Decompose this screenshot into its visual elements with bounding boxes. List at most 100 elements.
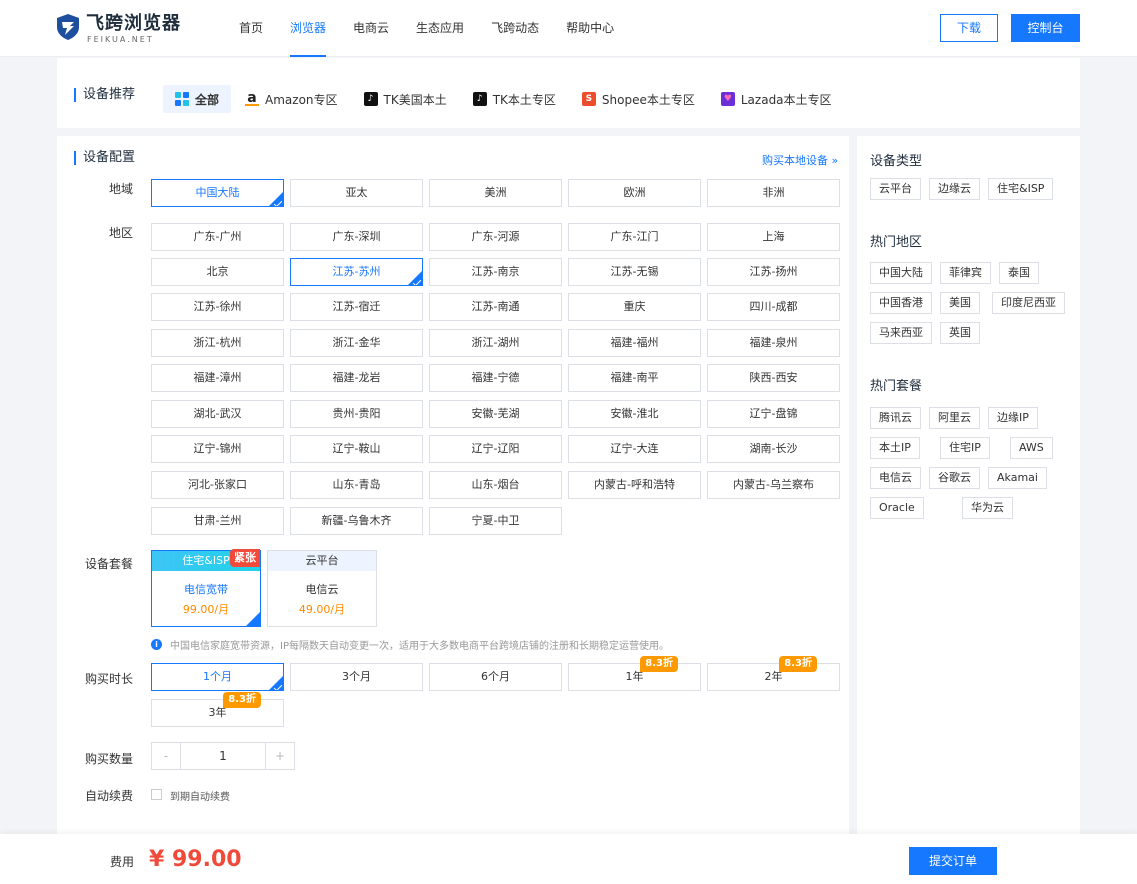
area-option[interactable]: 辽宁-锦州	[151, 435, 284, 463]
buy-local-device-link[interactable]: 购买本地设备 »	[762, 152, 838, 168]
quantity-increase-button[interactable]: +	[266, 743, 294, 769]
console-button[interactable]: 控制台	[1011, 14, 1080, 42]
recommend-tab-3[interactable]: ♪ TK本土专区	[461, 85, 568, 113]
area-option[interactable]: 重庆	[568, 293, 701, 321]
area-option[interactable]: 福建-宁德	[429, 364, 562, 392]
recommend-tab-4[interactable]: S Shopee本土专区	[570, 85, 707, 113]
recommend-tab-2[interactable]: ♪ TK美国本土	[352, 85, 459, 113]
area-option[interactable]: 福建-泉州	[707, 329, 840, 357]
quantity-decrease-button[interactable]: -	[152, 743, 180, 769]
logo[interactable]: 飞跨浏览器 FEIKUA.NET	[56, 12, 186, 46]
hot-plan-tag[interactable]: 电信云	[870, 467, 921, 489]
area-option[interactable]: 江苏-苏州	[290, 258, 423, 286]
region-option[interactable]: 中国大陆	[151, 179, 284, 207]
device-type-tag[interactable]: 住宅&ISP	[988, 178, 1054, 200]
region-option[interactable]: 欧洲	[568, 179, 701, 207]
hot-region-tag[interactable]: 中国香港	[870, 292, 932, 314]
area-option[interactable]: 四川-成都	[707, 293, 840, 321]
recommend-tab-5[interactable]: ♥ Lazada本土专区	[709, 85, 844, 113]
hot-plan-tag[interactable]: 阿里云	[929, 407, 980, 429]
hot-plan-tag[interactable]: 华为云	[962, 497, 1013, 519]
duration-option[interactable]: 2年 8.3折	[707, 656, 840, 691]
nav-item-5[interactable]: 帮助中心	[555, 0, 625, 57]
hot-plan-tag[interactable]: 本土IP	[870, 437, 920, 459]
area-option[interactable]: 广东-河源	[429, 223, 562, 251]
hot-region-tag[interactable]: 泰国	[999, 262, 1039, 284]
area-option[interactable]: 山东-青岛	[290, 471, 423, 499]
area-option[interactable]: 江苏-南通	[429, 293, 562, 321]
nav-item-4[interactable]: 飞跨动态	[480, 0, 550, 57]
area-option[interactable]: 江苏-南京	[429, 258, 562, 286]
area-option[interactable]: 福建-漳州	[151, 364, 284, 392]
area-option[interactable]: 广东-江门	[568, 223, 701, 251]
area-option[interactable]: 贵州-贵阳	[290, 400, 423, 428]
plan-card[interactable]: 住宅&ISP 电信宽带 99.00/月 紧张	[151, 549, 261, 627]
area-option[interactable]: 江苏-徐州	[151, 293, 284, 321]
duration-option[interactable]: 1个月	[151, 663, 284, 691]
area-option[interactable]: 甘肃-兰州	[151, 507, 284, 535]
area-option[interactable]: 内蒙古-乌兰察布	[707, 471, 840, 499]
area-option[interactable]: 福建-南平	[568, 364, 701, 392]
nav-item-0[interactable]: 首页	[228, 0, 274, 57]
hot-region-tag[interactable]: 菲律宾	[940, 262, 991, 284]
area-option[interactable]: 辽宁-盘锦	[707, 400, 840, 428]
hot-plan-tag[interactable]: 谷歌云	[929, 467, 980, 489]
area-option[interactable]: 辽宁-辽阳	[429, 435, 562, 463]
duration-option[interactable]: 1年 8.3折	[568, 656, 701, 691]
hot-region-tag[interactable]: 美国	[940, 292, 980, 314]
device-type-tag[interactable]: 云平台	[870, 178, 921, 200]
area-option[interactable]: 湖北-武汉	[151, 400, 284, 428]
area-option[interactable]: 江苏-无锡	[568, 258, 701, 286]
area-option[interactable]: 北京	[151, 258, 284, 286]
area-option[interactable]: 广东-深圳	[290, 223, 423, 251]
quantity-input[interactable]: 1	[180, 743, 266, 769]
area-option[interactable]: 辽宁-大连	[568, 435, 701, 463]
submit-order-button[interactable]: 提交订单	[909, 847, 997, 875]
area-option[interactable]: 湖南-长沙	[707, 435, 840, 463]
area-option[interactable]: 山东-烟台	[429, 471, 562, 499]
duration-option[interactable]: 3年 8.3折	[151, 692, 284, 727]
hot-plan-tag[interactable]: Akamai	[988, 467, 1047, 489]
area-option[interactable]: 内蒙古-呼和浩特	[568, 471, 701, 499]
nav-item-2[interactable]: 电商云	[342, 0, 400, 57]
duration-option[interactable]: 3个月	[290, 663, 423, 691]
area-option[interactable]: 福建-福州	[568, 329, 701, 357]
area-option[interactable]: 安徽-芜湖	[429, 400, 562, 428]
area-option[interactable]: 江苏-扬州	[707, 258, 840, 286]
nav-item-3[interactable]: 生态应用	[405, 0, 475, 57]
hot-region-tag[interactable]: 马来西亚	[870, 322, 932, 344]
duration-option[interactable]: 6个月	[429, 663, 562, 691]
area-option[interactable]: 河北-张家口	[151, 471, 284, 499]
area-option[interactable]: 浙江-金华	[290, 329, 423, 357]
download-button[interactable]: 下载	[940, 14, 998, 42]
area-option[interactable]: 福建-龙岩	[290, 364, 423, 392]
hot-region-tag[interactable]: 印度尼西亚	[992, 292, 1065, 314]
hot-plan-tag[interactable]: Oracle	[870, 497, 924, 519]
recommend-tab-0[interactable]: 全部	[163, 85, 232, 113]
hot-plan-tag[interactable]: 腾讯云	[870, 407, 921, 429]
area-option[interactable]: 广东-广州	[151, 223, 284, 251]
nav-item-1[interactable]: 浏览器	[279, 0, 337, 57]
area-option[interactable]: 浙江-湖州	[429, 329, 562, 357]
area-option[interactable]: 安徽-淮北	[568, 400, 701, 428]
hot-region-tag[interactable]: 英国	[940, 322, 980, 344]
device-type-tag[interactable]: 边缘云	[929, 178, 980, 200]
area-option[interactable]: 新疆-乌鲁木齐	[290, 507, 423, 535]
hot-plan-tag[interactable]: AWS	[1010, 437, 1053, 459]
region-option[interactable]: 美洲	[429, 179, 562, 207]
plan-card[interactable]: 云平台 电信云 49.00/月	[267, 550, 377, 627]
hot-plan-tag[interactable]: 边缘IP	[988, 407, 1038, 429]
region-option[interactable]: 非洲	[707, 179, 840, 207]
area-option[interactable]: 宁夏-中卫	[429, 507, 562, 535]
area-option[interactable]: 浙江-杭州	[151, 329, 284, 357]
area-option[interactable]: 陕西-西安	[707, 364, 840, 392]
shield-logo-icon	[57, 14, 79, 40]
area-option[interactable]: 江苏-宿迁	[290, 293, 423, 321]
hot-region-tag[interactable]: 中国大陆	[870, 262, 932, 284]
recommend-tab-1[interactable]: a Amazon专区	[233, 85, 350, 113]
auto-renew-checkbox[interactable]	[151, 789, 162, 800]
region-option[interactable]: 亚太	[290, 179, 423, 207]
area-option[interactable]: 上海	[707, 223, 840, 251]
hot-plan-tag[interactable]: 住宅IP	[940, 437, 990, 459]
area-option[interactable]: 辽宁-鞍山	[290, 435, 423, 463]
